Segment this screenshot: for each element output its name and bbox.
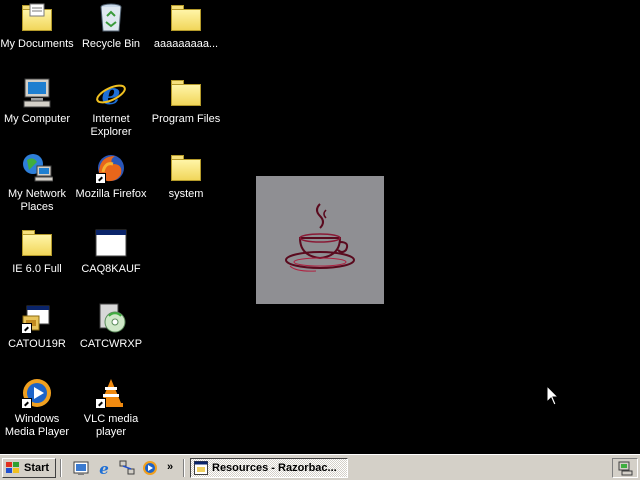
recycle-bin-icon <box>95 2 127 34</box>
start-button[interactable]: Start <box>2 458 56 478</box>
desktop-icon-label: Internet Explorer <box>90 113 132 138</box>
desktop-icon-label: Program Files <box>151 113 221 125</box>
vlc-icon <box>95 377 127 409</box>
coffee-cup-image <box>256 176 384 304</box>
desktop-icon-catou19r[interactable]: CATOU19R <box>0 302 74 351</box>
system-tray <box>612 458 638 478</box>
start-label: Start <box>24 462 50 474</box>
desktop-icon-label: Recycle Bin <box>81 38 141 50</box>
desktop-icon-program-files[interactable]: Program Files <box>149 77 223 126</box>
desktop-icon-label: VLC media player <box>83 413 139 438</box>
desktop-icon-label: Mozilla Firefox <box>75 188 147 200</box>
desktop[interactable]: My Documents My Computer My Network Plac… <box>0 0 640 454</box>
svg-text:e: e <box>101 77 120 109</box>
desktop-icon-label: CAQ8KAUF <box>81 263 141 275</box>
desktop-icon-my-computer[interactable]: My Computer <box>0 77 74 126</box>
internet-explorer-icon: e <box>95 77 127 112</box>
media-player-icon <box>21 377 53 409</box>
folder-icon <box>170 152 202 184</box>
desktop-icon-ie-6-full[interactable]: IE 6.0 Full <box>0 227 74 276</box>
desktop-icon-vlc-media-player[interactable]: VLC media player <box>74 377 148 439</box>
desktop-icon-catcwrxp[interactable]: CATCWRXP <box>74 302 148 351</box>
installer-icon <box>21 302 53 334</box>
cd-installer-icon <box>95 302 127 334</box>
tray-network-icon[interactable] <box>617 460 633 476</box>
mouse-cursor-icon <box>547 386 559 406</box>
desktop-icon-my-network-places[interactable]: My Network Places <box>0 152 74 214</box>
desktop-icon-label: My Network Places <box>7 188 67 213</box>
folder-icon <box>21 227 53 259</box>
desktop-icon-recycle-bin[interactable]: Recycle Bin <box>74 2 148 51</box>
desktop-icon-label: IE 6.0 Full <box>12 263 62 275</box>
taskbar-item-label: Resources - Razorbac... <box>212 462 337 474</box>
media-player-icon[interactable] <box>142 460 158 476</box>
taskbar-separator <box>60 459 62 477</box>
desktop-icon-label: My Computer <box>3 113 71 125</box>
desktop-icon-internet-explorer[interactable]: e Internet Explorer <box>74 77 148 139</box>
windows-logo-icon <box>6 462 19 473</box>
network-places-icon <box>21 152 54 184</box>
taskbar-separator <box>183 459 185 477</box>
my-documents-icon <box>21 2 53 34</box>
desktop-icon-windows-media-player[interactable]: Windows Media Player <box>0 377 74 439</box>
desktop-icon-aaaaaaaaa[interactable]: aaaaaaaaa... <box>149 2 223 51</box>
quick-launch-overflow-button[interactable]: » <box>167 461 173 473</box>
desktop-icon-my-documents[interactable]: My Documents <box>0 2 74 51</box>
desktop-icon-label: CATCWRXP <box>79 338 143 350</box>
desktop-icon-system[interactable]: system <box>149 152 223 201</box>
show-desktop-icon[interactable] <box>73 460 89 476</box>
desktop-icon-label: system <box>168 188 204 200</box>
folder-icon <box>170 77 202 109</box>
taskbar-item-resources[interactable]: Resources - Razorbac... <box>190 458 348 478</box>
desktop-icon-label: CATOU19R <box>8 338 66 350</box>
explorer-window-icon <box>194 461 208 475</box>
taskbar: Start e » Resources - Razorbac... <box>0 454 640 480</box>
internet-explorer-icon[interactable]: e <box>96 460 112 476</box>
network-icon[interactable] <box>119 460 135 476</box>
folder-icon <box>170 2 202 34</box>
desktop-icon-label: aaaaaaaaa... <box>153 38 219 50</box>
desktop-icon-label: My Documents <box>0 38 74 50</box>
desktop-icon-caq8kauf[interactable]: CAQ8KAUF <box>74 227 148 276</box>
svg-text:e: e <box>99 460 109 476</box>
window-icon <box>95 227 127 259</box>
desktop-icon-label: Windows Media Player <box>4 413 70 438</box>
firefox-icon <box>95 152 127 184</box>
desktop-icon-mozilla-firefox[interactable]: Mozilla Firefox <box>74 152 148 201</box>
my-computer-icon <box>21 77 53 109</box>
